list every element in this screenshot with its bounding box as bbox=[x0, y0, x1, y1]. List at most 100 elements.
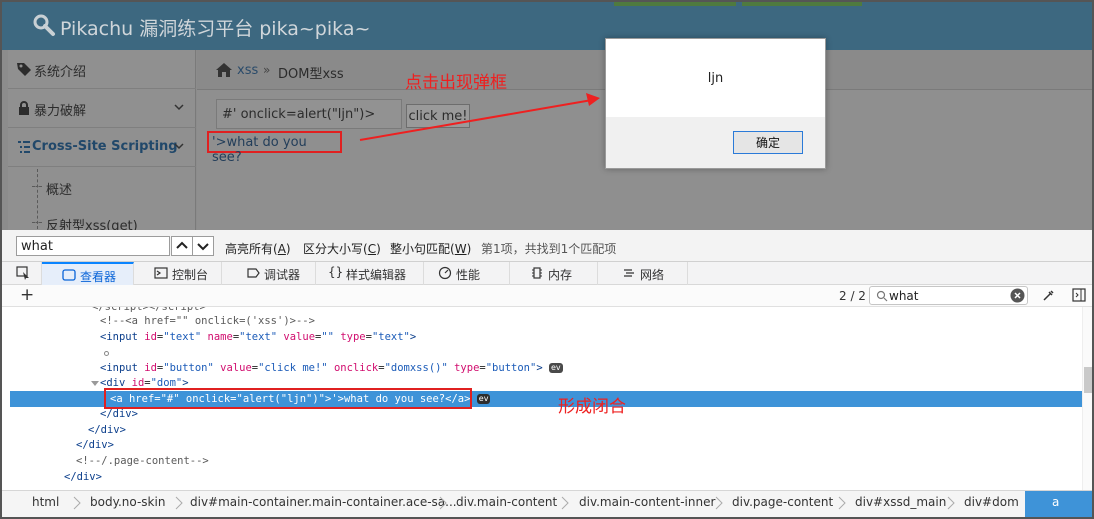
chevron-right-icon bbox=[439, 496, 447, 510]
markup-line-closing-div[interactable]: </div> bbox=[76, 437, 114, 453]
attr-name: name bbox=[207, 331, 233, 343]
tag-bracket: > bbox=[409, 331, 417, 343]
console-icon bbox=[154, 267, 168, 279]
find-next-button[interactable] bbox=[192, 236, 214, 256]
markup-line-closing-div[interactable]: </div> bbox=[100, 406, 138, 422]
attr-value: "" bbox=[321, 331, 334, 343]
find-previous-button[interactable] bbox=[171, 236, 193, 256]
breadcrumb-node-main-content-inner[interactable]: div.main-content-inner bbox=[579, 495, 715, 509]
inspector-icon bbox=[62, 269, 76, 281]
highlight-all-option[interactable]: 高亮所有(A) bbox=[225, 240, 291, 257]
option-text: ) bbox=[376, 242, 381, 256]
expand-toggle-icon[interactable] bbox=[91, 381, 99, 386]
chevron-right-icon bbox=[73, 496, 81, 510]
markup-line-closing-div[interactable]: </div> bbox=[64, 469, 102, 485]
style-editor-icon: {} bbox=[328, 265, 344, 279]
markup-line-input-button[interactable]: <input id="button" value="click me!" onc… bbox=[100, 360, 563, 376]
attr-name: id bbox=[144, 331, 157, 343]
markup-view: </script></script> <!--<a href="" onclic… bbox=[2, 307, 1082, 490]
breadcrumb-node-body[interactable]: body.no-skin bbox=[90, 495, 165, 509]
option-text: 整小句匹配( bbox=[390, 242, 455, 256]
tab-label: 调试器 bbox=[264, 268, 301, 282]
breadcrumb-node-xssd-main[interactable]: div#xssd_main bbox=[855, 495, 946, 509]
attr-value: "text" bbox=[371, 331, 410, 343]
chevron-down-icon bbox=[197, 243, 209, 251]
match-case-option[interactable]: 区分大小写(C) bbox=[303, 240, 381, 257]
option-text: ) bbox=[466, 242, 472, 256]
tag-name: input bbox=[106, 331, 138, 343]
search-icon bbox=[876, 290, 888, 302]
attr-value: "domxss()" bbox=[384, 362, 448, 374]
attr-value: "button" bbox=[163, 362, 214, 374]
element-picker-button[interactable] bbox=[2, 262, 42, 285]
attr-name: value bbox=[220, 362, 252, 374]
event-badge[interactable]: ev bbox=[548, 363, 563, 373]
markup-line-comment[interactable]: <!--/.page-content--> bbox=[76, 453, 209, 469]
chevron-right-icon bbox=[947, 496, 955, 510]
eyedropper-icon[interactable] bbox=[1041, 288, 1056, 303]
breadcrumb-node-main-container[interactable]: div#main-container.main-container.ace-sa… bbox=[190, 495, 457, 509]
tab-label: 样式编辑器 bbox=[346, 268, 407, 282]
add-node-icon[interactable]: + bbox=[20, 285, 34, 305]
markup-line-comment[interactable]: <!--<a href="" onclick=('xss')>--> bbox=[100, 313, 315, 329]
access-key: C bbox=[367, 242, 377, 256]
access-key: A bbox=[277, 242, 286, 256]
alert-message: ljn bbox=[707, 71, 724, 86]
attr-name: onclick bbox=[333, 362, 379, 374]
tab-console[interactable]: 控制台 bbox=[134, 262, 222, 285]
clear-icon bbox=[1010, 288, 1025, 303]
attr-value: "button" bbox=[485, 362, 537, 374]
annotation-popup: 点击出现弹框 bbox=[405, 73, 507, 93]
markup-search-value: what bbox=[889, 289, 919, 303]
whole-words-option[interactable]: 整小句匹配(W) bbox=[390, 240, 471, 257]
find-bar: 高亮所有(A) 区分大小写(C) 整小句匹配(W) 第1项，共找到1个匹配项 bbox=[2, 230, 1092, 262]
alert-ok-button[interactable]: 确定 bbox=[733, 131, 803, 154]
find-input[interactable] bbox=[16, 236, 170, 256]
tab-performance[interactable]: 性能 bbox=[424, 262, 510, 285]
tab-label: 查看器 bbox=[80, 270, 117, 284]
breadcrumb-node-html[interactable]: html bbox=[32, 495, 59, 509]
markup-line-input-text[interactable]: <input id="text" name="text" value="" ty… bbox=[100, 329, 416, 345]
breadcrumb-node-a-selected[interactable]: a bbox=[1025, 491, 1092, 517]
tag-name: input bbox=[106, 362, 138, 374]
search-result-count: 2 / 2 bbox=[839, 289, 866, 303]
chevron-up-icon bbox=[176, 241, 188, 249]
tab-label: 内存 bbox=[548, 268, 573, 282]
markup-scrollbar[interactable] bbox=[1082, 307, 1092, 490]
performance-icon bbox=[438, 266, 452, 280]
text-node-icon bbox=[104, 351, 109, 356]
attr-value: "click me!" bbox=[258, 362, 328, 374]
tab-style-editor[interactable]: {} 样式编辑器 bbox=[316, 262, 424, 285]
scrollbar-thumb[interactable] bbox=[1084, 367, 1092, 393]
chevron-right-icon bbox=[561, 496, 569, 510]
annotation-arrow-popup bbox=[359, 99, 593, 141]
attr-name: type bbox=[454, 362, 480, 374]
markup-search-input[interactable]: what bbox=[869, 286, 1028, 305]
attr-name: id bbox=[144, 362, 157, 374]
sidebar-toggle-icon[interactable] bbox=[1072, 288, 1086, 302]
tab-network[interactable]: 网络 bbox=[598, 262, 688, 285]
annotation-box-closure bbox=[104, 388, 472, 409]
tab-memory[interactable]: 内存 bbox=[510, 262, 598, 285]
alert-dialog: ljn 确定 bbox=[605, 38, 826, 169]
chevron-right-icon bbox=[175, 496, 183, 510]
option-text: 高亮所有( bbox=[225, 242, 278, 256]
breadcrumb-node-label: a bbox=[1052, 495, 1060, 509]
breadcrumb-node-page-content[interactable]: div.page-content bbox=[732, 495, 833, 509]
event-badge[interactable]: ev bbox=[476, 394, 491, 404]
attr-name: type bbox=[340, 331, 366, 343]
breadcrumb-node-main-content[interactable]: div.main-content bbox=[456, 495, 557, 509]
tab-label: 网络 bbox=[640, 268, 665, 282]
tab-label: 性能 bbox=[456, 268, 481, 282]
find-status: 第1项，共找到1个匹配项 bbox=[481, 242, 617, 256]
node-breadcrumbs: html body.no-skin div#main-container.mai… bbox=[2, 490, 1092, 517]
tab-debugger[interactable]: 调试器 bbox=[222, 262, 316, 285]
element-picker-icon bbox=[16, 266, 29, 280]
tab-label: 控制台 bbox=[172, 268, 209, 282]
chevron-right-icon bbox=[838, 496, 846, 510]
tab-inspector[interactable]: 查看器 bbox=[42, 262, 134, 285]
attr-name: value bbox=[283, 331, 316, 343]
markup-line-closing-div[interactable]: </div> bbox=[88, 422, 126, 438]
breadcrumb-node-dom[interactable]: div#dom bbox=[964, 495, 1019, 509]
devtools-toolbar: 查看器 控制台 调试器 {} 样式编辑器 性能 内存 网络 bbox=[2, 262, 1092, 285]
